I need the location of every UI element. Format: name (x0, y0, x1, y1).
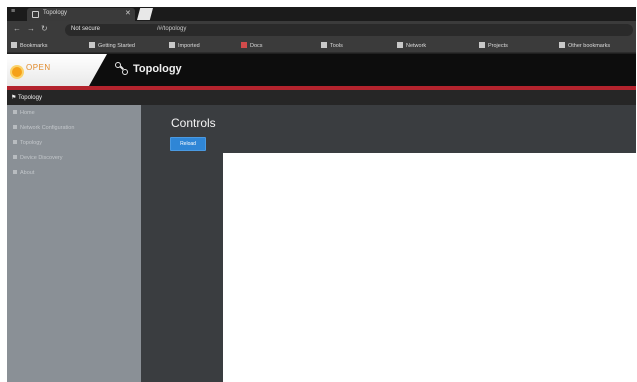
tab-title: Topology (43, 10, 68, 16)
sidebar-item-network-configuration[interactable]: Network Configuration (13, 125, 74, 131)
controls-heading: Controls (171, 116, 216, 130)
logo-text: OPEN (26, 63, 51, 72)
bookmark-icon (559, 42, 565, 48)
sidebar-item-topology[interactable]: Topology (13, 140, 42, 146)
sidebar-item-home[interactable]: Home (13, 110, 35, 116)
home-icon (13, 110, 17, 114)
browser-toolbar: ← → ↻ Not secure /#/topology (7, 21, 636, 39)
app-title-group: Topology (115, 62, 182, 76)
sidebar-item-about[interactable]: About (13, 170, 34, 176)
bookmark-item[interactable]: Other bookmarks (559, 42, 610, 49)
bookmark-icon (89, 42, 95, 48)
sidebar-item-device-discovery[interactable]: Device Discovery (13, 155, 62, 161)
bookmark-icon (11, 42, 17, 48)
screenshot-frame: ≡ Topology ✕ ← → ↻ Not secure /#/topolog… (7, 7, 636, 382)
new-tab-button[interactable] (137, 8, 153, 20)
bookmark-icon (479, 42, 485, 48)
bookmark-item[interactable]: Projects (479, 42, 508, 49)
bookmark-item[interactable]: Docs (241, 42, 263, 49)
bookmark-item[interactable]: Imported (169, 42, 200, 49)
bookmark-item[interactable]: Tools (321, 42, 343, 49)
security-indicator[interactable]: Not secure (71, 26, 100, 32)
bookmarks-bar: Bookmarks Getting Started Imported Docs … (7, 39, 636, 53)
app-header: OPEN Topology (7, 54, 636, 86)
back-arrow-icon[interactable]: ← (13, 24, 21, 33)
logo[interactable]: OPEN (7, 54, 107, 86)
forward-arrow-icon[interactable]: → (27, 24, 35, 33)
bookmark-item[interactable]: Getting Started (89, 42, 135, 49)
bookmark-item[interactable]: Bookmarks (11, 42, 48, 49)
browser-tab-strip: ≡ Topology ✕ (7, 7, 636, 21)
url-text[interactable]: /#/topology (157, 26, 186, 32)
address-bar[interactable]: Not secure /#/topology (65, 24, 633, 36)
page-favicon-icon (32, 11, 39, 18)
topology-canvas[interactable] (223, 153, 636, 382)
sidebar: Home Network Configuration Topology Devi… (7, 105, 141, 382)
bookmark-icon (397, 42, 403, 48)
browser-menu-icon[interactable]: ≡ (11, 8, 15, 15)
page-title: Topology (133, 63, 182, 75)
tab-close-icon[interactable]: ✕ (125, 9, 131, 17)
discovery-icon (13, 155, 17, 159)
info-icon (13, 170, 17, 174)
bookmark-item[interactable]: Network (397, 42, 426, 49)
bookmark-icon (321, 42, 327, 48)
reload-button[interactable]: Reload (170, 137, 206, 151)
sun-logo-icon (12, 67, 22, 77)
topology-nav-icon (13, 140, 17, 144)
reload-icon[interactable]: ↻ (41, 24, 48, 33)
network-icon (13, 125, 17, 129)
sidebar-header-label[interactable]: ⚑ Topology (11, 94, 42, 101)
browser-tab[interactable]: Topology ✕ (27, 8, 135, 21)
bookmark-icon (169, 42, 175, 48)
main-content: Controls Reload (141, 105, 636, 382)
topology-icon (115, 62, 129, 76)
sidebar-header: ⚑ Topology (7, 90, 636, 105)
bookmark-icon (241, 42, 247, 48)
